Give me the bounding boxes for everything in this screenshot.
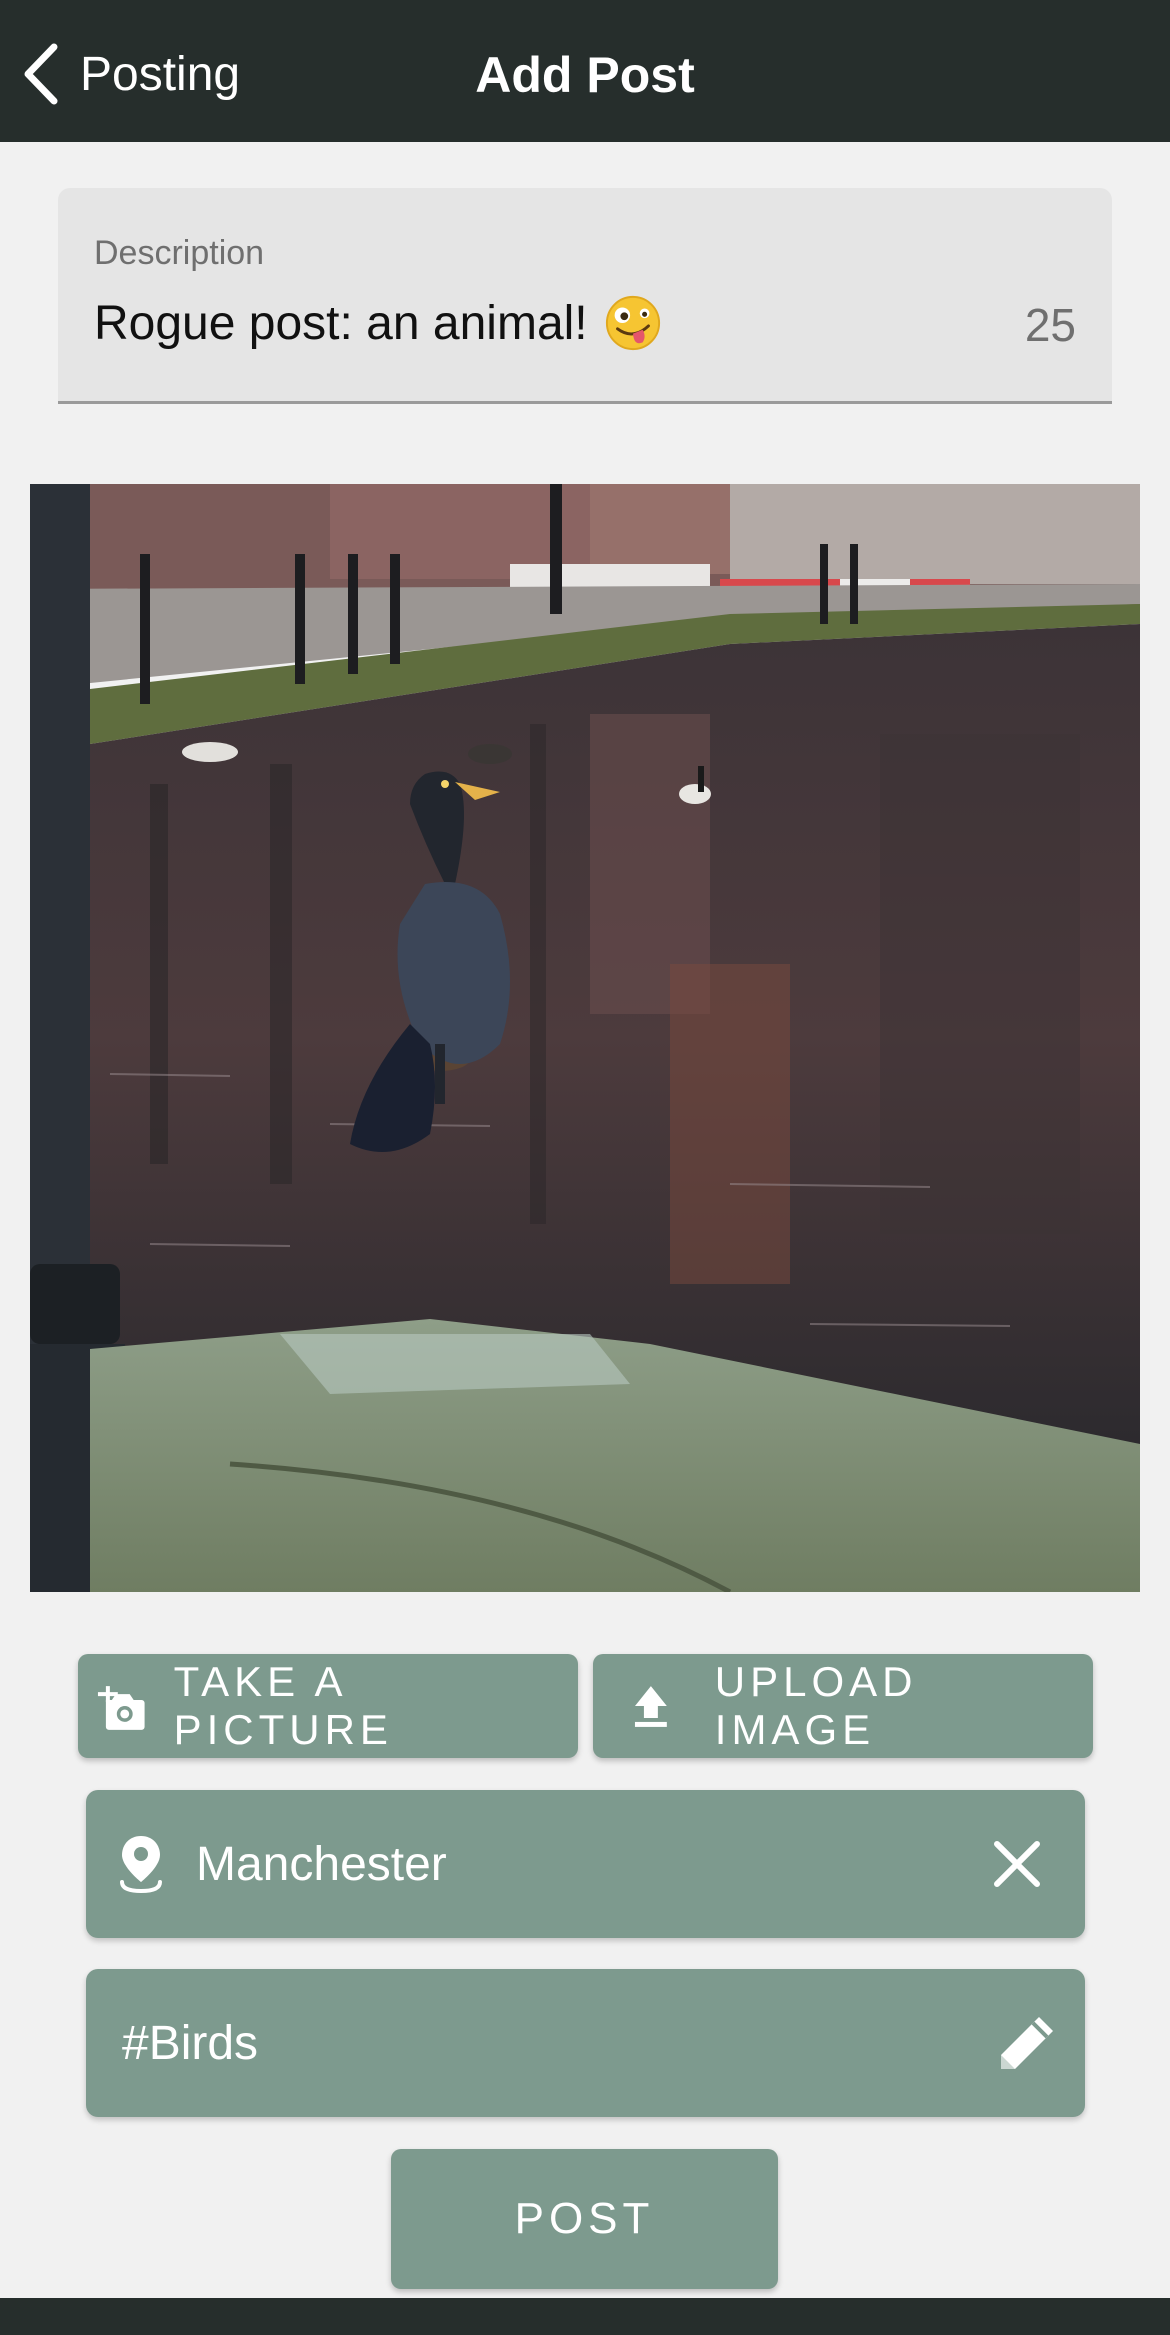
- bottom-bar: [0, 2298, 1170, 2335]
- post-photo: [30, 484, 1140, 1592]
- page-title: Add Post: [475, 47, 695, 103]
- take-picture-label: TAKE A PICTURE: [173, 1658, 393, 1753]
- tags-field: [86, 1969, 1085, 2117]
- description-label: Description: [94, 234, 265, 272]
- tags-input[interactable]: [122, 2009, 942, 2077]
- location-field: [86, 1790, 1085, 1938]
- upload-image-label: UPLOAD IMAGE: [714, 1658, 918, 1753]
- description-field[interactable]: Description Rogue post: an animal! 25: [58, 188, 1112, 404]
- location-input[interactable]: [196, 1830, 956, 1898]
- cormorant-photo-image: [30, 484, 1140, 1592]
- description-text: Rogue post: an animal!: [94, 296, 588, 350]
- location-pin-icon: [120, 1836, 162, 1894]
- post-button[interactable]: POST: [391, 2149, 778, 2289]
- pencil-icon[interactable]: [993, 2011, 1059, 2077]
- character-counter: 25: [1024, 299, 1076, 351]
- close-icon[interactable]: [987, 1834, 1047, 1894]
- navbar: Posting Add Post: [0, 0, 1170, 142]
- description-input[interactable]: Rogue post: an animal!: [94, 294, 662, 352]
- zany-face-emoji-icon: [605, 295, 660, 351]
- camera-plus-icon: [97, 1686, 145, 1730]
- take-picture-button[interactable]: TAKE A PICTURE: [78, 1654, 578, 1758]
- upload-icon: [634, 1686, 667, 1727]
- upload-image-button[interactable]: UPLOAD IMAGE: [593, 1654, 1093, 1758]
